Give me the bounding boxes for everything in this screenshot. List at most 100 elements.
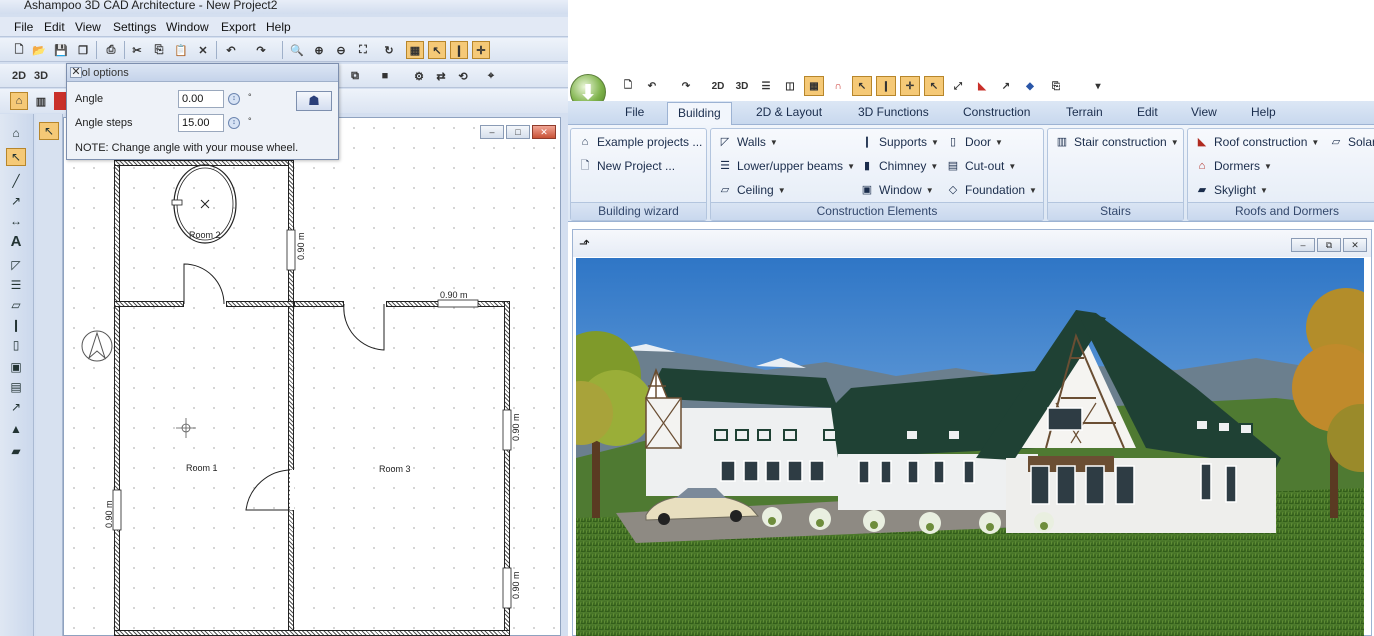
menu-settings[interactable]: Settings: [113, 20, 156, 34]
material-icon[interactable]: ⚙: [410, 67, 428, 85]
foundation-button[interactable]: ◇ Foundation ▼: [945, 183, 1037, 197]
tab-2d-layout[interactable]: 2D & Layout: [756, 105, 822, 119]
copy-icon[interactable]: ⎘: [1046, 76, 1066, 96]
door-tool-icon[interactable]: ▯: [6, 336, 26, 354]
stair-construction-button[interactable]: ▥ Stair construction ▼: [1054, 135, 1179, 149]
restore-icon[interactable]: ⧉: [1317, 238, 1341, 252]
paste-icon[interactable]: 📋: [172, 41, 190, 59]
pin-icon[interactable]: ⬏: [579, 236, 590, 252]
angle-spinner-icon[interactable]: ↕: [228, 93, 240, 105]
dormers-button[interactable]: ⌂ Dormers ▼: [1194, 159, 1272, 173]
pointer-snap-icon[interactable]: ↖: [428, 41, 446, 59]
chimney-button[interactable]: ▮ Chimney ▼: [859, 159, 938, 173]
ceiling-button[interactable]: ▱ Ceiling ▼: [717, 183, 786, 197]
view-3d-button[interactable]: 3D: [732, 76, 752, 96]
save-all-icon[interactable]: ❐: [74, 41, 92, 59]
angle-input[interactable]: [178, 90, 224, 108]
rotate-icon[interactable]: ⟲: [454, 67, 472, 85]
supports-button[interactable]: ❙ Supports ▼: [859, 135, 939, 149]
eraser-tool-icon[interactable]: ▰: [6, 442, 26, 460]
house-tool-icon[interactable]: ⌂: [6, 124, 26, 142]
menu-help[interactable]: Help: [266, 20, 291, 34]
axis-icon[interactable]: ✛: [472, 41, 490, 59]
walls-button[interactable]: ◸ Walls ▼: [717, 135, 778, 149]
undo-icon[interactable]: ↶: [222, 41, 240, 59]
tab-view[interactable]: View: [1191, 105, 1217, 119]
window-tool-icon[interactable]: ▣: [6, 358, 26, 376]
roof-tool-icon[interactable]: ▲: [6, 420, 26, 438]
minimize-icon[interactable]: –: [1291, 238, 1315, 252]
split-vertical-icon[interactable]: ◫: [780, 76, 800, 96]
tab-terrain[interactable]: Terrain: [1066, 105, 1103, 119]
stair-tool-icon[interactable]: ↗: [6, 398, 26, 416]
view-2d-button[interactable]: 2D: [708, 76, 728, 96]
plan-view-icon[interactable]: ▥: [32, 92, 50, 110]
text-tool-icon[interactable]: A: [6, 232, 26, 250]
angle-steps-input[interactable]: [178, 114, 224, 132]
new-file-icon[interactable]: 🗋: [10, 41, 28, 59]
magnet-icon[interactable]: ∩: [828, 76, 848, 96]
3d-rendered-scene[interactable]: [576, 258, 1364, 636]
tab-edit[interactable]: Edit: [1137, 105, 1158, 119]
menu-window[interactable]: Window: [166, 20, 209, 34]
new-project-button[interactable]: 🗋 New Project ...: [577, 159, 675, 173]
solar-button[interactable]: ▱ Solar: [1328, 135, 1374, 149]
pointer-tool-icon[interactable]: ↖: [39, 122, 59, 140]
close-icon[interactable]: ✕: [1343, 238, 1367, 252]
material-icon[interactable]: ◆: [1020, 76, 1040, 96]
beams-button[interactable]: ☰ Lower/upper beams ▼: [717, 159, 855, 173]
redo-icon[interactable]: ↷: [252, 41, 270, 59]
paint-icon[interactable]: ◣: [972, 76, 992, 96]
customize-quick-access-icon[interactable]: ▾: [1088, 76, 1108, 96]
roof-hat-icon[interactable]: ☗: [296, 91, 332, 111]
undo-icon[interactable]: ↶: [642, 76, 662, 96]
cut-out-tool-icon[interactable]: ▤: [6, 378, 26, 396]
print-icon[interactable]: ⎙: [102, 41, 120, 59]
zoom-in-icon[interactable]: ⊕: [310, 41, 328, 59]
zoom-fit-icon[interactable]: ⛶: [354, 41, 372, 59]
window-button[interactable]: ▣ Window ▼: [859, 183, 934, 197]
grid-snap-icon[interactable]: ▦: [804, 76, 824, 96]
tab-3d-functions[interactable]: 3D Functions: [858, 105, 929, 119]
select-icon[interactable]: ↖: [924, 76, 944, 96]
line-tool-icon[interactable]: ╱: [6, 172, 26, 190]
split-horizontal-icon[interactable]: ☰: [756, 76, 776, 96]
door-button[interactable]: ▯ Door ▼: [945, 135, 1003, 149]
open-folder-icon[interactable]: 📂: [30, 41, 48, 59]
color-icon[interactable]: ■: [376, 67, 394, 85]
delete-icon[interactable]: ✕: [194, 41, 212, 59]
floor-plan-canvas[interactable]: – □ ✕ Room 2 Room 1 Room 3 0.90 m 0.90 m…: [63, 117, 561, 636]
dimension-icon[interactable]: ⌖: [482, 67, 500, 85]
zoom-out-icon[interactable]: ⊖: [332, 41, 350, 59]
tab-file[interactable]: File: [625, 105, 644, 119]
view-2d-button[interactable]: 2D: [10, 67, 28, 85]
menu-view[interactable]: View: [75, 20, 101, 34]
cut-icon[interactable]: ✂: [128, 41, 146, 59]
support-tool-icon[interactable]: ❙: [6, 316, 26, 334]
refresh-icon[interactable]: ↻: [380, 41, 398, 59]
angle-steps-spinner-icon[interactable]: ↕: [228, 117, 240, 129]
skylight-button[interactable]: ▰ Skylight ▼: [1194, 183, 1268, 197]
redo-icon[interactable]: ↷: [676, 76, 696, 96]
copy-icon[interactable]: ⎘: [150, 41, 168, 59]
measure-tool-icon[interactable]: ↔: [6, 212, 26, 230]
view-3d-button[interactable]: 3D: [32, 67, 50, 85]
ortho-icon[interactable]: ❙: [876, 76, 896, 96]
menu-export[interactable]: Export: [221, 20, 256, 34]
pointer-snap-icon[interactable]: ↖: [852, 76, 872, 96]
example-projects-button[interactable]: ⌂ Example projects ...: [577, 135, 703, 149]
axis-icon[interactable]: ✛: [900, 76, 920, 96]
tab-help[interactable]: Help: [1251, 105, 1276, 119]
menu-file[interactable]: File: [14, 20, 33, 34]
transform-icon[interactable]: ⇄: [432, 67, 450, 85]
beam-tool-icon[interactable]: ☰: [6, 276, 26, 294]
tab-construction[interactable]: Construction: [963, 105, 1030, 119]
help-pointer-icon[interactable]: ↗: [6, 192, 26, 210]
cut-out-button[interactable]: ▤ Cut-out ▼: [945, 159, 1016, 173]
tab-building[interactable]: Building: [667, 102, 732, 125]
select-tool-icon[interactable]: ↖: [6, 148, 26, 166]
ceiling-tool-icon[interactable]: ▱: [6, 296, 26, 314]
save-icon[interactable]: 💾: [52, 41, 70, 59]
zoom-icon[interactable]: 🔍: [288, 41, 306, 59]
measure-icon[interactable]: ↗: [996, 76, 1016, 96]
